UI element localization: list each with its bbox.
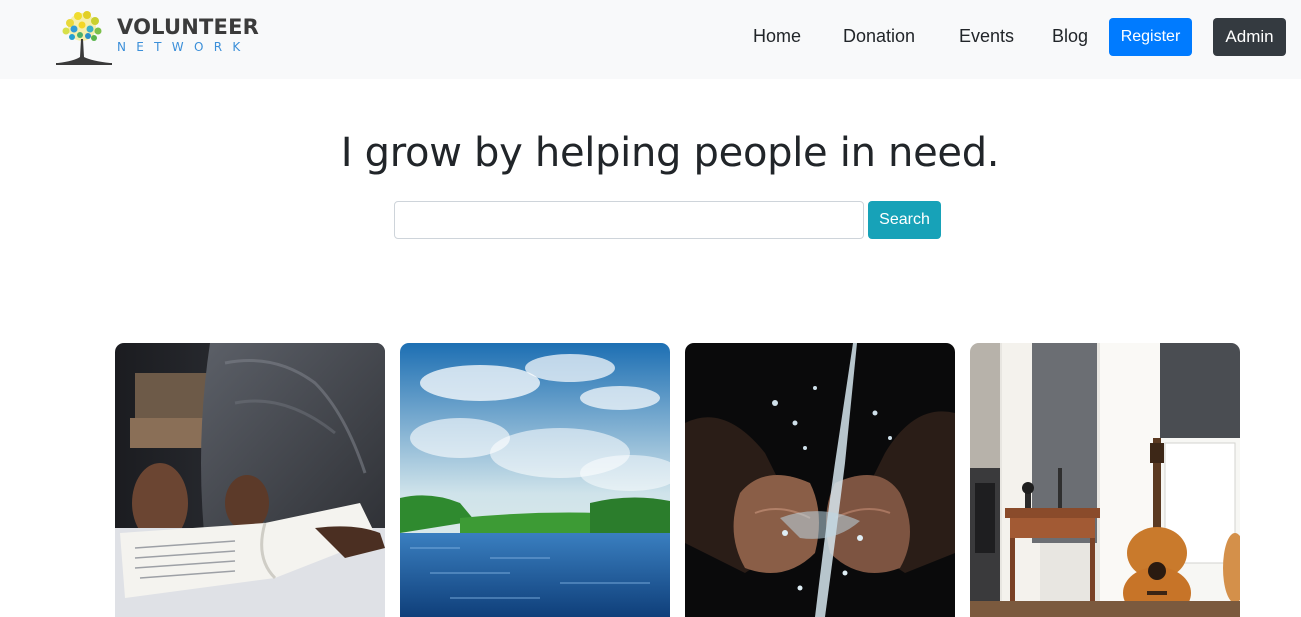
water-pouring-into-hands-photo bbox=[685, 343, 955, 617]
search-button[interactable]: Search bbox=[868, 201, 941, 239]
nav-home-link[interactable]: Home bbox=[753, 24, 801, 48]
event-card-3[interactable] bbox=[685, 343, 955, 617]
nav-events-link[interactable]: Events bbox=[959, 24, 1014, 48]
brand-logo[interactable]: VOLUNTEER NETWORK bbox=[54, 5, 264, 67]
event-card-4[interactable] bbox=[970, 343, 1240, 617]
admin-button[interactable]: Admin bbox=[1213, 18, 1286, 56]
tree-logo-icon bbox=[56, 11, 112, 65]
hero-title: I grow by helping people in need. bbox=[340, 130, 1000, 176]
event-card-2[interactable] bbox=[400, 343, 670, 617]
nav-donation-link[interactable]: Donation bbox=[843, 24, 915, 48]
brand-title: VOLUNTEER bbox=[117, 15, 259, 39]
event-card-1[interactable] bbox=[115, 343, 385, 617]
river-and-sky-photo bbox=[400, 343, 670, 617]
navbar: VOLUNTEER NETWORK Home Donation Events B… bbox=[0, 0, 1301, 79]
register-button[interactable]: Register bbox=[1109, 18, 1192, 56]
person-reading-book-photo bbox=[115, 343, 385, 617]
nav-blog-link[interactable]: Blog bbox=[1052, 24, 1088, 48]
search-input[interactable] bbox=[394, 201, 864, 239]
brand-subtitle: NETWORK bbox=[117, 40, 251, 54]
room-with-guitar-photo bbox=[970, 343, 1240, 617]
